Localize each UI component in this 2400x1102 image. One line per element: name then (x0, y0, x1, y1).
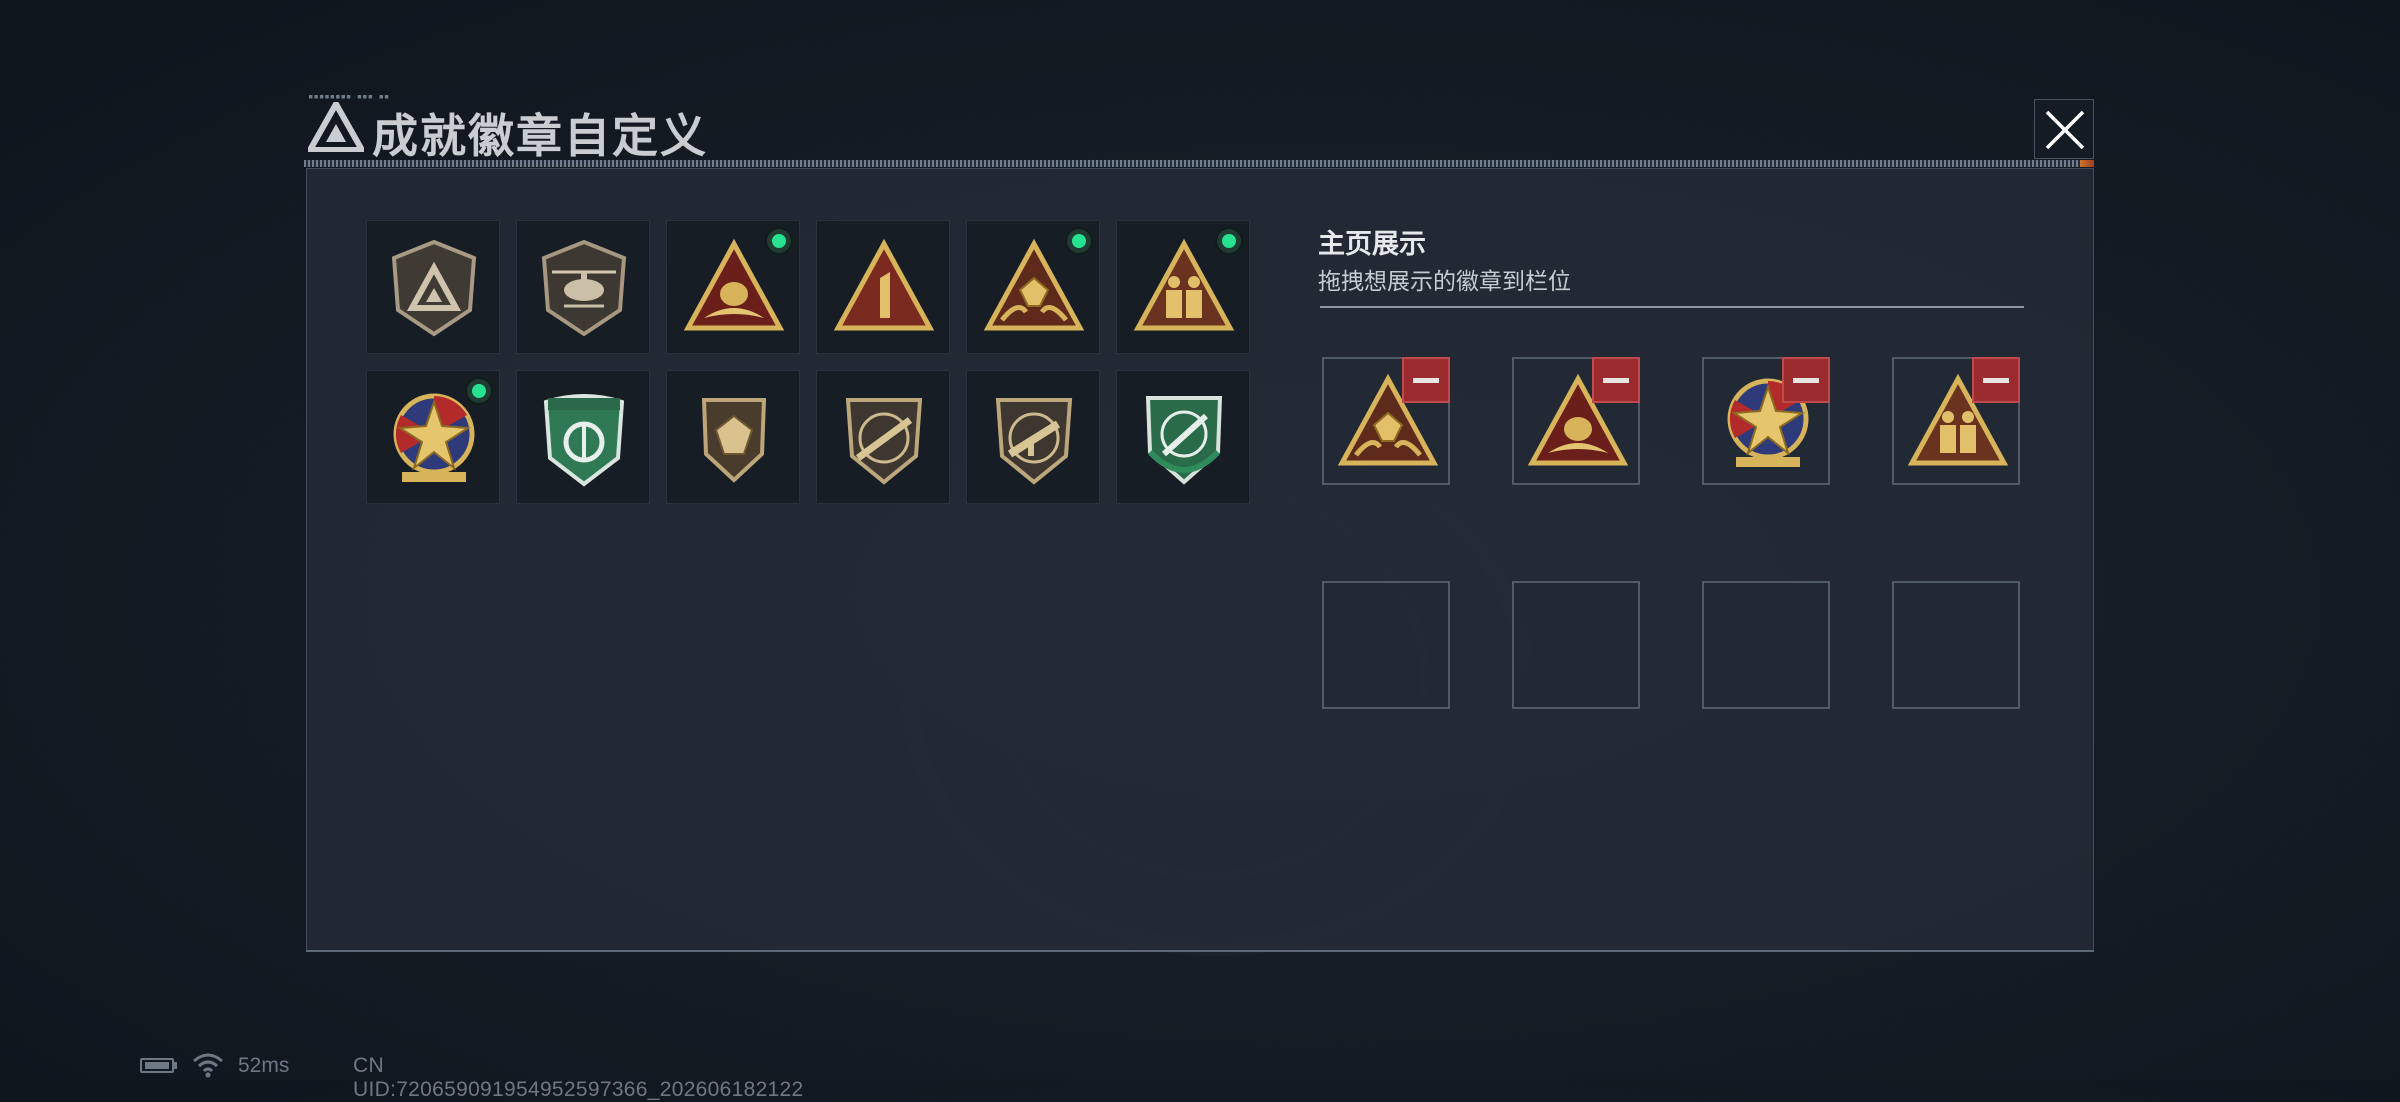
showcase-slot-6[interactable] (1512, 581, 1640, 709)
showcase-slot-2[interactable] (1512, 357, 1640, 485)
badge-cell-6[interactable] (1116, 220, 1250, 354)
badge-cell-5[interactable] (966, 220, 1100, 354)
header-stripe-accent (2080, 160, 2094, 167)
remove-badge-button[interactable] (1592, 357, 1640, 403)
badge-cell-10[interactable] (816, 370, 950, 504)
showcase-slot-7[interactable] (1702, 581, 1830, 709)
header-stripe (304, 160, 2094, 167)
uid-text: CN UID:720659091954952597366_20260618212… (353, 1054, 804, 1101)
gold-triangle-soldiers-badge-icon (1134, 238, 1234, 331)
close-icon (2045, 110, 2085, 150)
showcase-slot-1[interactable] (1322, 357, 1450, 485)
bronze-rifle-shield-badge-icon (845, 398, 923, 485)
close-button[interactable] (2034, 99, 2094, 159)
delta-logo-icon (308, 102, 364, 152)
new-indicator-dot (465, 377, 493, 405)
battery-icon (140, 1058, 174, 1073)
dialog-header: ▪▪▪▪▪▪▪▪ ▪▪▪ ▪▪ 成就徽章自定义 (300, 92, 2096, 168)
new-indicator-dot (765, 227, 793, 255)
bronze-gem-shield-badge-icon (701, 398, 767, 483)
tactical-shield-badge-icon (391, 239, 477, 337)
badge-cell-3[interactable] (666, 220, 800, 354)
showcase-slot-8[interactable] (1892, 581, 2020, 709)
green-knife-shield-badge-icon (1145, 396, 1223, 485)
gold-triangle-gem-badge-icon (984, 238, 1084, 331)
badge-cell-8[interactable] (516, 370, 650, 504)
ping-text: 52ms (238, 1054, 290, 1077)
new-indicator-dot (1065, 227, 1093, 255)
panel-bottom-border (306, 950, 2094, 952)
showcase-slot-4[interactable] (1892, 357, 2020, 485)
number-one-triangle-badge-icon (834, 238, 934, 331)
remove-badge-button[interactable] (1402, 357, 1450, 403)
showcase-divider (1320, 306, 2024, 308)
badge-cell-4[interactable] (816, 220, 950, 354)
remove-badge-button[interactable] (1782, 357, 1830, 403)
wifi-icon (193, 1053, 223, 1078)
battery-tip (174, 1062, 177, 1069)
new-indicator-dot (1215, 227, 1243, 255)
star-medal-badge-icon (393, 393, 475, 482)
badge-cell-9[interactable] (666, 370, 800, 504)
bronze-smg-shield-badge-icon (995, 398, 1073, 485)
showcase-subtitle: 拖拽想展示的徽章到栏位 (1318, 268, 1571, 294)
badge-cell-7[interactable] (366, 370, 500, 504)
gold-triangle-eagle-badge-icon (684, 238, 784, 331)
showcase-title: 主页展示 (1318, 229, 1426, 259)
badge-cell-11[interactable] (966, 370, 1100, 504)
helicopter-badge-icon (541, 239, 627, 337)
dialog-title: 成就徽章自定义 (372, 110, 708, 162)
badge-cell-1[interactable] (366, 220, 500, 354)
remove-badge-button[interactable] (1972, 357, 2020, 403)
badge-cell-12[interactable] (1116, 370, 1250, 504)
badge-cell-2[interactable] (516, 220, 650, 354)
showcase-slot-5[interactable] (1322, 581, 1450, 709)
green-shield-badge-icon (543, 394, 625, 487)
showcase-slot-3[interactable] (1702, 357, 1830, 485)
